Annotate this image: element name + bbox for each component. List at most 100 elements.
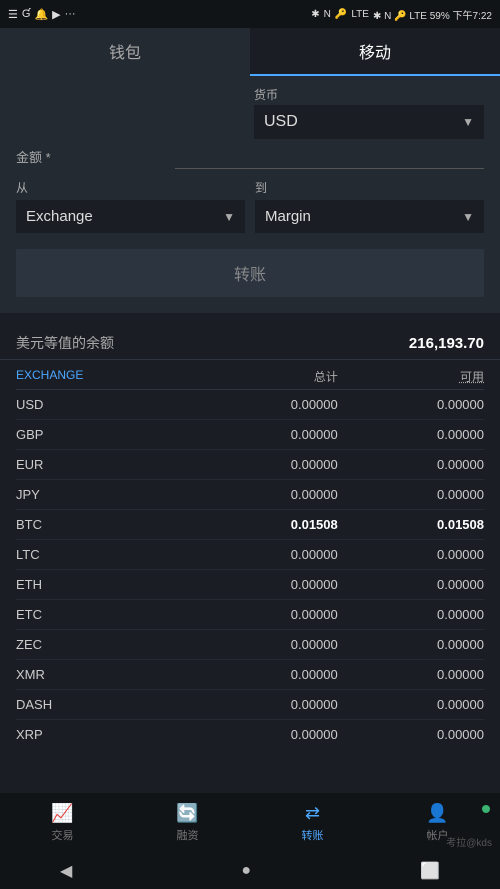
row-avail-ETH: 0.00000 [338, 577, 484, 592]
account-icon: 👤 [426, 803, 448, 824]
col-exchange-label: EXCHANGE [16, 368, 192, 385]
amount-row: 金额 * [16, 143, 484, 169]
table-row: LTC 0.00000 0.00000 [16, 540, 484, 570]
table-header: EXCHANGE 总计 可用 [16, 360, 484, 390]
to-dropdown[interactable]: Margin ▼ [255, 200, 484, 233]
watermark: 考拉@kds [446, 834, 492, 849]
table-rows: USD 0.00000 0.00000 GBP 0.00000 0.00000 … [16, 390, 484, 740]
back-button[interactable]: ◀ [60, 861, 72, 881]
currency-value: USD [264, 113, 298, 131]
bottom-nav: 📈 交易 🔄 融资 ⇄ 转账 👤 帐户 [0, 793, 500, 853]
from-col: 从 Exchange ▼ [16, 179, 245, 233]
funding-icon: 🔄 [176, 803, 198, 824]
row-name-ETC: ETC [16, 607, 192, 622]
row-total-JPY: 0.00000 [192, 487, 338, 502]
table-row: ETH 0.00000 0.00000 [16, 570, 484, 600]
signal-icon: LTE [351, 9, 369, 20]
from-to-row: 从 Exchange ▼ 到 Margin ▼ [16, 179, 484, 233]
balance-section: 美元等值的余额 216,193.70 [0, 319, 500, 360]
row-total-EUR: 0.00000 [192, 457, 338, 472]
tab-mobile[interactable]: 移动 [250, 28, 500, 76]
recents-button[interactable]: ⬜ [420, 861, 440, 881]
to-col: 到 Margin ▼ [255, 179, 484, 233]
to-label: 到 [255, 179, 484, 196]
transfer-button[interactable]: 转账 [16, 249, 484, 297]
tab-wallet[interactable]: 钱包 [0, 28, 250, 76]
notification-icon: 🔔 [34, 8, 48, 21]
row-avail-LTC: 0.00000 [338, 547, 484, 562]
row-name-XMR: XMR [16, 667, 192, 682]
dots-icon: ··· [65, 8, 76, 20]
from-label: 从 [16, 179, 245, 196]
row-name-XRP: XRP [16, 727, 192, 740]
from-dropdown[interactable]: Exchange ▼ [16, 200, 245, 233]
row-avail-JPY: 0.00000 [338, 487, 484, 502]
nav-trade[interactable]: 📈 交易 [0, 803, 125, 843]
row-total-ZEC: 0.00000 [192, 637, 338, 652]
row-total-BTC: 0.01508 [192, 517, 338, 532]
row-total-ETC: 0.00000 [192, 607, 338, 622]
menu-icon: ☰ [8, 8, 18, 21]
table-row: USD 0.00000 0.00000 [16, 390, 484, 420]
row-name-USD: USD [16, 397, 192, 412]
nav-funding[interactable]: 🔄 融资 [125, 803, 250, 843]
row-name-BTC: BTC [16, 517, 192, 532]
home-button[interactable]: ● [241, 862, 251, 880]
battery-label: ✱ N 🔑 LTE 59% 下午7:22 [373, 7, 492, 22]
row-total-DASH: 0.00000 [192, 697, 338, 712]
table-row: XRP 0.00000 0.00000 [16, 720, 484, 740]
from-value: Exchange [26, 208, 93, 225]
amount-label: 金额 * [16, 147, 175, 166]
currency-arrow-icon: ▼ [462, 115, 474, 129]
table-row: XMR 0.00000 0.00000 [16, 660, 484, 690]
row-name-LTC: LTC [16, 547, 192, 562]
row-name-DASH: DASH [16, 697, 192, 712]
account-label: 帐户 [427, 827, 449, 843]
nfc-icon: N [324, 9, 331, 20]
status-left-icons: ☰ Ɠ 🔔 ▶ ··· [8, 8, 76, 21]
row-avail-EUR: 0.00000 [338, 457, 484, 472]
row-name-ZEC: ZEC [16, 637, 192, 652]
play-icon: ▶ [52, 8, 60, 21]
row-name-EUR: EUR [16, 457, 192, 472]
row-avail-DASH: 0.00000 [338, 697, 484, 712]
android-bar: ◀ ● ⬜ [0, 853, 500, 889]
balance-label: 美元等值的余额 [16, 333, 114, 353]
row-total-XRP: 0.00000 [192, 727, 338, 740]
row-total-GBP: 0.00000 [192, 427, 338, 442]
to-arrow-icon: ▼ [462, 210, 474, 224]
table-row: ZEC 0.00000 0.00000 [16, 630, 484, 660]
currency-dropdown[interactable]: USD ▼ [254, 105, 484, 139]
transfer-nav-label: 转账 [302, 827, 324, 843]
row-total-USD: 0.00000 [192, 397, 338, 412]
amount-input[interactable] [175, 143, 484, 169]
transfer-btn-wrap: 转账 [16, 249, 484, 297]
row-avail-XMR: 0.00000 [338, 667, 484, 682]
from-arrow-icon: ▼ [223, 210, 235, 224]
top-tabs: 钱包 移动 [0, 28, 500, 76]
balance-value: 216,193.70 [409, 335, 484, 352]
online-indicator [482, 805, 490, 813]
key-icon: 🔑 [335, 9, 347, 20]
table-row: BTC 0.01508 0.01508 [16, 510, 484, 540]
row-total-LTC: 0.00000 [192, 547, 338, 562]
currency-row: 货币 USD ▼ [16, 86, 484, 139]
row-name-GBP: GBP [16, 427, 192, 442]
bluetooth-icon: ✱ [311, 9, 319, 20]
table-row: ETC 0.00000 0.00000 [16, 600, 484, 630]
funding-label: 融资 [177, 827, 199, 843]
table-row: DASH 0.00000 0.00000 [16, 690, 484, 720]
table-row: EUR 0.00000 0.00000 [16, 450, 484, 480]
form-area: 货币 USD ▼ 金额 * 从 Exchange ▼ 到 Margin ▼ [0, 76, 500, 313]
row-name-ETH: ETH [16, 577, 192, 592]
nav-transfer[interactable]: ⇄ 转账 [250, 803, 375, 843]
status-bar: ☰ Ɠ 🔔 ▶ ··· ✱ N 🔑 LTE ✱ N 🔑 LTE 59% 下午7:… [0, 0, 500, 28]
row-avail-XRP: 0.00000 [338, 727, 484, 740]
table-row: JPY 0.00000 0.00000 [16, 480, 484, 510]
row-total-ETH: 0.00000 [192, 577, 338, 592]
col-total-label: 总计 [192, 368, 338, 385]
row-total-XMR: 0.00000 [192, 667, 338, 682]
trade-label: 交易 [52, 827, 74, 843]
status-right-info: ✱ N 🔑 LTE ✱ N 🔑 LTE 59% 下午7:22 [311, 7, 492, 22]
row-name-JPY: JPY [16, 487, 192, 502]
